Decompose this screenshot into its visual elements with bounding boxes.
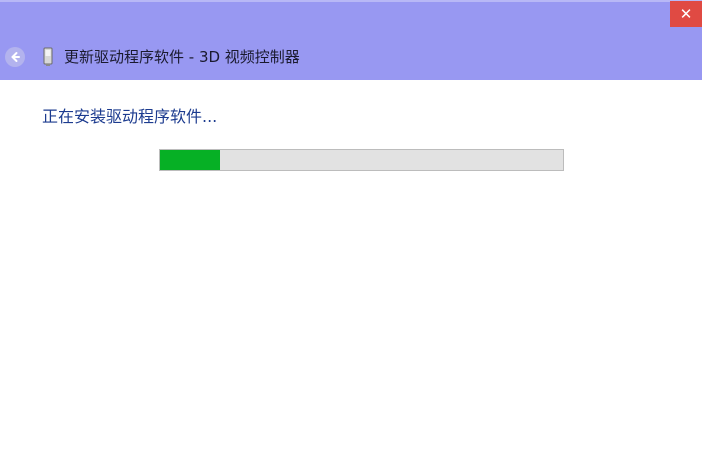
install-status-text: 正在安装驱动程序软件... — [42, 107, 218, 126]
back-arrow-icon — [11, 52, 20, 62]
install-progress-bar — [159, 149, 564, 171]
back-button[interactable] — [5, 47, 25, 67]
device-icon — [43, 47, 53, 66]
install-progress-fill — [160, 150, 221, 170]
close-icon: ✕ — [679, 5, 693, 23]
window-title: 更新驱动程序软件 - 3D 视频控制器 — [64, 48, 300, 66]
close-button[interactable]: ✕ — [670, 1, 702, 27]
title-bar: ✕ 更新驱动程序软件 - 3D 视频控制器 — [0, 0, 702, 80]
title-bar-top-strip — [0, 0, 702, 2]
